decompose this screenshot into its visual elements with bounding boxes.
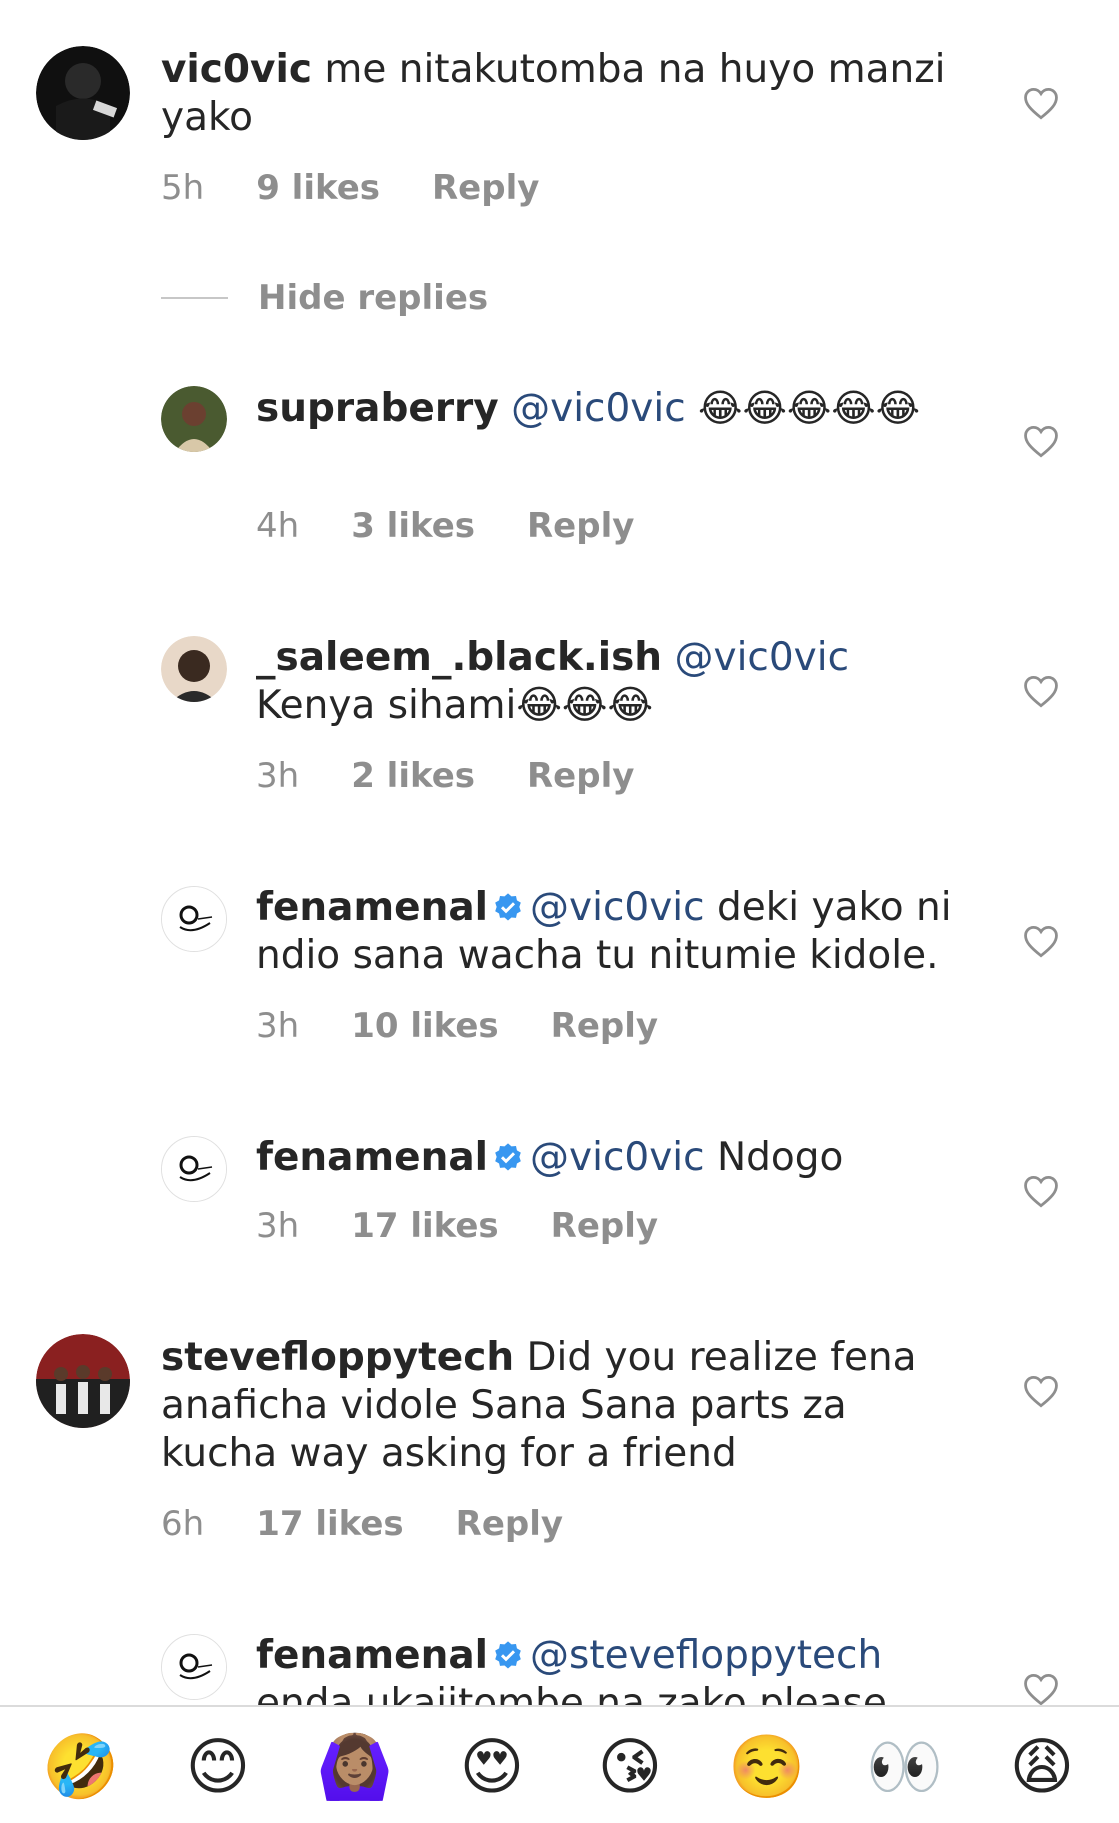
likes-count[interactable]: 3 likes — [351, 506, 475, 546]
reply-body: fenamenal @vic0vic Ndogo — [256, 1134, 956, 1182]
username[interactable]: vic0vic — [161, 47, 312, 92]
timestamp: 5h — [161, 168, 205, 208]
comment-body: vic0vic me nitakutomba na huyo manzi yak… — [161, 46, 961, 142]
emoji-woman-gesturing-ok-icon[interactable]: 🙆🏽‍♀️ — [316, 1729, 393, 1805]
verified-badge-icon — [495, 1641, 521, 1669]
emoji-rofl-icon[interactable]: 🤣 — [42, 1729, 119, 1805]
username[interactable]: supraberry — [256, 386, 499, 431]
verified-badge-icon — [495, 1143, 521, 1171]
reply-button[interactable]: Reply — [551, 1206, 658, 1246]
timestamp: 6h — [161, 1504, 205, 1544]
mention-link[interactable]: @vic0vic — [511, 386, 686, 431]
mention-link[interactable]: @vic0vic — [674, 635, 849, 680]
likes-count[interactable]: 17 likes — [256, 1504, 403, 1544]
reply-button[interactable]: Reply — [432, 168, 539, 208]
heart-icon[interactable] — [1022, 1174, 1060, 1208]
comment-body: stevefloppytech Did you realize fena ana… — [161, 1334, 921, 1478]
mention-link[interactable]: @vic0vic — [530, 885, 705, 930]
username[interactable]: stevefloppytech — [161, 1335, 514, 1380]
heart-icon[interactable] — [1022, 1672, 1060, 1706]
emoji-quick-bar: 🤣 😊 🙆🏽‍♀️ 😍 😘 ☺️ 👀 😩 — [0, 1705, 1119, 1823]
reply-button[interactable]: Reply — [527, 756, 634, 796]
reply-meta: 3h 2 likes Reply — [256, 756, 634, 796]
emoji-smile-icon[interactable]: 😊 — [180, 1729, 256, 1805]
heart-icon[interactable] — [1022, 424, 1060, 458]
timestamp: 3h — [256, 1006, 300, 1046]
reply-meta: 4h 3 likes Reply — [256, 506, 634, 546]
heart-icon[interactable] — [1022, 924, 1060, 958]
timestamp: 3h — [256, 1206, 300, 1246]
divider — [161, 297, 228, 299]
emoji-weary-icon[interactable]: 😩 — [1004, 1729, 1080, 1805]
reply-text: Kenya sihami😂😂😂 — [256, 683, 654, 728]
likes-count[interactable]: 2 likes — [351, 756, 475, 796]
emoji-relaxed-icon[interactable]: ☺️ — [728, 1729, 805, 1805]
heart-icon[interactable] — [1022, 674, 1060, 708]
reply-button[interactable]: Reply — [456, 1504, 563, 1544]
username[interactable]: fenamenal — [256, 1633, 488, 1678]
reply-body: fenamenal @vic0vic deki yako ni ndio sana… — [256, 884, 956, 980]
avatar[interactable] — [161, 886, 227, 952]
heart-icon[interactable] — [1022, 1374, 1060, 1408]
reply-button[interactable]: Reply — [527, 506, 634, 546]
comment-meta: 5h 9 likes Reply — [161, 168, 539, 208]
emoji-kiss-icon[interactable]: 😘 — [592, 1729, 668, 1805]
likes-count[interactable]: 9 likes — [256, 168, 380, 208]
reply-text: Ndogo — [704, 1135, 844, 1180]
username[interactable]: _saleem_.black.ish — [256, 635, 662, 680]
emoji-eyes-icon[interactable]: 👀 — [866, 1729, 943, 1805]
timestamp: 4h — [256, 506, 300, 546]
hide-replies-label: Hide replies — [258, 278, 489, 318]
hide-replies-button[interactable]: Hide replies — [161, 278, 488, 318]
avatar[interactable] — [161, 636, 227, 702]
mention-link[interactable]: @stevefloppytech — [530, 1633, 882, 1678]
username[interactable]: fenamenal — [256, 1135, 488, 1180]
mention-link[interactable]: @vic0vic — [530, 1135, 705, 1180]
avatar[interactable] — [36, 46, 130, 140]
reply-body: supraberry @vic0vic 😂😂😂😂😂 — [256, 384, 936, 433]
verified-badge-icon — [495, 893, 521, 921]
reply-meta: 3h 17 likes Reply — [256, 1206, 658, 1246]
reply-body: _saleem_.black.ish @vic0vic Kenya sihami… — [256, 634, 956, 730]
likes-count[interactable]: 17 likes — [351, 1206, 498, 1246]
username[interactable]: fenamenal — [256, 885, 488, 930]
reply-button[interactable]: Reply — [551, 1006, 658, 1046]
heart-icon[interactable] — [1022, 86, 1060, 120]
avatar[interactable] — [161, 1136, 227, 1202]
avatar[interactable] — [161, 1634, 227, 1700]
avatar[interactable] — [36, 1334, 130, 1428]
reply-text: 😂😂😂😂😂 — [698, 386, 921, 430]
comment-meta: 6h 17 likes Reply — [161, 1504, 563, 1544]
reply-meta: 3h 10 likes Reply — [256, 1006, 658, 1046]
likes-count[interactable]: 10 likes — [351, 1006, 498, 1046]
emoji-heart-eyes-icon[interactable]: 😍 — [454, 1729, 530, 1805]
timestamp: 3h — [256, 756, 300, 796]
avatar[interactable] — [161, 386, 227, 452]
